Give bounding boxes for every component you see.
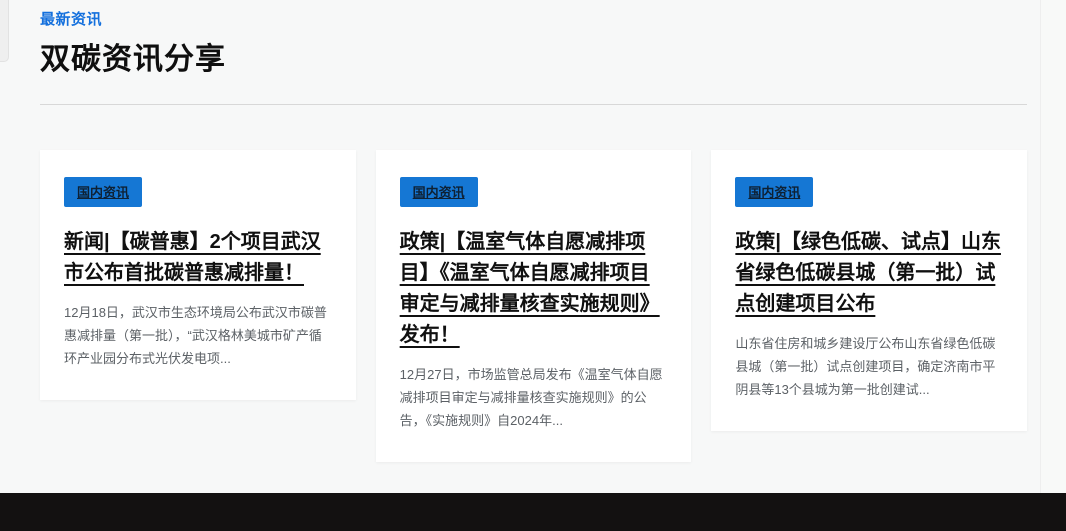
category-tag[interactable]: 国内资讯	[64, 177, 142, 207]
category-tag[interactable]: 国内资讯	[400, 177, 478, 207]
page-title: 双碳资讯分享	[40, 34, 1027, 78]
article-excerpt: 12月18日，武汉市生态环境局公布武汉市碳普惠减排量（第一批），“武汉格林美城市…	[64, 302, 332, 370]
news-card[interactable]: 国内资讯 政策|【温室气体自愿减排项目】《温室气体自愿减排项目审定与减排量核查实…	[376, 150, 692, 462]
news-card[interactable]: 国内资讯 政策|【绿色低碳、试点】山东省绿色低碳县城（第一批）试点创建项目公布 …	[711, 150, 1027, 431]
article-title-link[interactable]: 新闻|【碳普惠】2个项目武汉市公布首批碳普惠减排量！	[64, 227, 332, 289]
article-title-link[interactable]: 政策|【温室气体自愿减排项目】《温室气体自愿减排项目审定与减排量核查实施规则》发…	[400, 227, 668, 351]
news-card[interactable]: 国内资讯 新闻|【碳普惠】2个项目武汉市公布首批碳普惠减排量！ 12月18日，武…	[40, 150, 356, 400]
news-card-list: 国内资讯 新闻|【碳普惠】2个项目武汉市公布首批碳普惠减排量！ 12月18日，武…	[40, 150, 1027, 462]
section-divider	[40, 104, 1027, 105]
article-title-link[interactable]: 政策|【绿色低碳、试点】山东省绿色低碳县城（第一批）试点创建项目公布	[735, 227, 1003, 320]
article-excerpt: 山东省住房和城乡建设厅公布山东省绿色低碳县城（第一批）试点创建项目，确定济南市平…	[735, 333, 1003, 401]
category-tag[interactable]: 国内资讯	[735, 177, 813, 207]
article-excerpt: 12月27日，市场监管总局发布《温室气体自愿减排项目审定与减排量核查实施规则》的…	[400, 364, 668, 432]
section-eyebrow: 最新资讯	[40, 8, 1027, 29]
footer-bar	[0, 493, 1066, 531]
right-edge-strip	[1040, 0, 1066, 493]
news-section: 最新资讯 双碳资讯分享 国内资讯 新闻|【碳普惠】2个项目武汉市公布首批碳普惠减…	[40, 8, 1027, 462]
left-edge-scroll-handle	[0, 0, 9, 62]
